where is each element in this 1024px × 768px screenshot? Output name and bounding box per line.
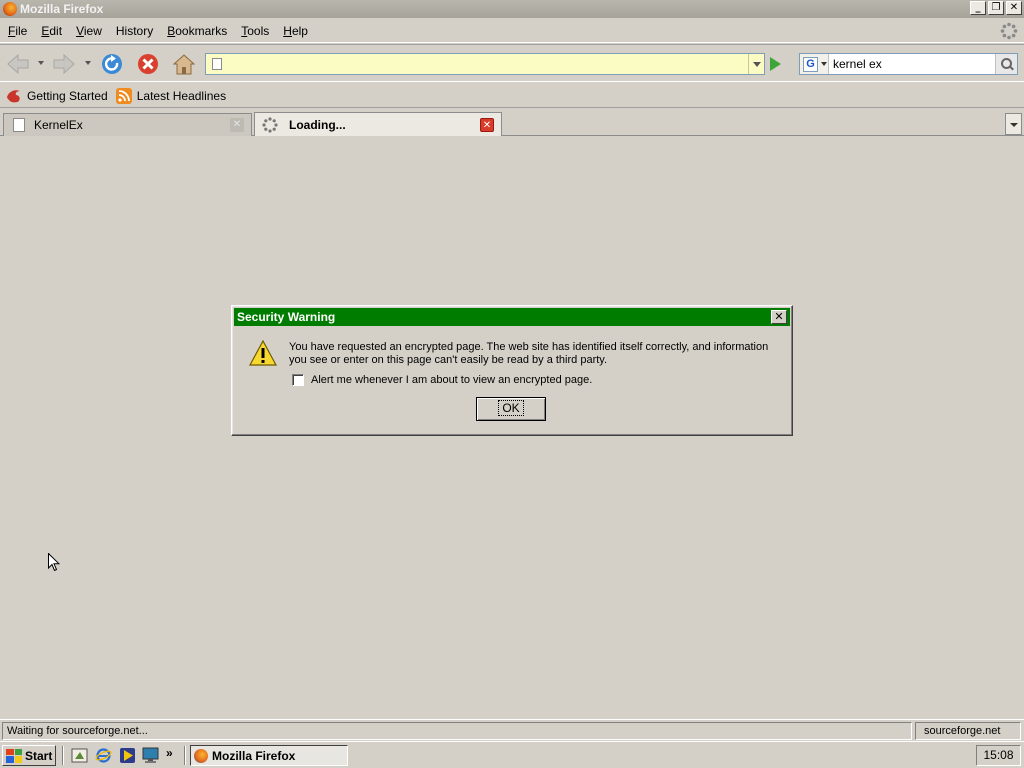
status-host: sourceforge.net [915, 722, 1021, 740]
back-history-dropdown-icon[interactable] [38, 61, 44, 65]
windows-logo-icon [6, 748, 22, 763]
page-icon [13, 118, 25, 132]
dialog-title-bar[interactable]: Security Warning ✕ [234, 308, 790, 326]
reload-icon[interactable] [100, 53, 124, 75]
quicklaunch-more-chevron-icon[interactable]: » [166, 746, 173, 760]
alert-checkbox-row[interactable]: Alert me whenever I am about to view an … [292, 374, 592, 386]
media-player-icon[interactable] [119, 747, 136, 764]
tab-strip: KernelEx ✕ Loading... ✕ [0, 110, 1024, 136]
firefox-logo-icon [3, 2, 17, 16]
bookmark-label: Getting Started [27, 88, 108, 103]
dialog-message: You have requested an encrypted page. Th… [289, 341, 769, 366]
window-title-bar[interactable]: Mozilla Firefox _ ❐ ✕ [0, 0, 1024, 18]
ok-button[interactable]: OK [476, 397, 546, 421]
menu-edit[interactable]: Edit [41, 24, 62, 38]
back-arrow-icon[interactable] [6, 53, 30, 75]
warning-triangle-icon [249, 340, 277, 366]
menu-bookmarks[interactable]: Bookmarks [167, 24, 227, 38]
mouse-pointer-icon [48, 553, 60, 572]
monitor-icon[interactable] [142, 747, 159, 764]
menu-help-accel: H [283, 24, 292, 38]
home-icon[interactable] [172, 53, 196, 75]
menu-help[interactable]: Help [283, 24, 308, 38]
ok-button-label: OK [498, 400, 524, 416]
dialog-title: Security Warning [237, 310, 336, 324]
menu-view[interactable]: View [76, 24, 102, 38]
search-icon[interactable] [995, 54, 1017, 74]
status-text: Waiting for sourceforge.net... [2, 722, 912, 740]
tab-loading[interactable]: Loading... ✕ [254, 112, 502, 136]
search-input[interactable] [829, 57, 995, 71]
taskbar: Start » Mozilla Firefox 15:08 [0, 741, 1024, 768]
menu-bookmarks-label: ookmarks [175, 24, 228, 38]
menu-file-label: ile [15, 24, 28, 38]
menu-bar: File Edit View History Bookmarks Tools H… [0, 20, 1024, 43]
tab-list-dropdown-button[interactable] [1005, 113, 1022, 135]
menu-edit-label: dit [49, 24, 63, 38]
dialog-close-button[interactable]: ✕ [771, 310, 787, 324]
taskbar-separator [62, 746, 64, 765]
start-label: Start [25, 748, 53, 763]
taskbar-firefox-button[interactable]: Mozilla Firefox [190, 745, 348, 766]
url-input[interactable] [228, 57, 748, 71]
navigation-toolbar: G [0, 44, 1024, 82]
status-bar: Waiting for sourceforge.net... sourcefor… [0, 719, 1024, 741]
security-warning-dialog: Security Warning ✕ You have requested an… [231, 305, 793, 436]
firefox-bookmark-icon [7, 89, 20, 102]
start-button[interactable]: Start [2, 745, 56, 766]
tab-label: KernelEx [34, 118, 83, 132]
alert-checkbox-label: Alert me whenever I am about to view an … [311, 374, 593, 386]
rss-feed-icon [115, 87, 132, 104]
bookmark-getting-started[interactable]: Getting Started [6, 88, 108, 104]
internet-explorer-icon[interactable] [95, 747, 112, 764]
tab-close-icon[interactable]: ✕ [230, 118, 244, 132]
taskbar-button-label: Mozilla Firefox [212, 748, 296, 763]
bookmark-latest-headlines[interactable]: Latest Headlines [115, 87, 227, 104]
tab-label: Loading... [289, 117, 346, 132]
menu-view-accel: V [76, 24, 84, 38]
minimize-button[interactable]: _ [970, 1, 986, 15]
url-bar[interactable] [205, 53, 765, 75]
loading-spinner-icon [262, 116, 278, 133]
window-title: Mozilla Firefox [20, 2, 104, 16]
menu-file[interactable]: File [8, 24, 27, 38]
menu-tools-label: ools [247, 24, 270, 38]
url-history-dropdown-icon[interactable] [748, 54, 764, 74]
bookmark-label: Latest Headlines [136, 88, 227, 103]
restore-button[interactable]: ❐ [988, 1, 1004, 15]
activity-throbber-icon [1000, 22, 1018, 40]
tab-close-icon[interactable]: ✕ [480, 117, 494, 132]
bookmarks-toolbar: Getting Started Latest Headlines [0, 84, 1024, 108]
menu-history-label: History [115, 24, 154, 38]
forward-history-dropdown-icon[interactable] [85, 61, 91, 65]
menu-history[interactable]: History [116, 24, 153, 38]
show-desktop-icon[interactable] [71, 747, 88, 764]
forward-arrow-icon[interactable] [52, 53, 76, 75]
google-icon: G [803, 56, 818, 72]
window-close-button[interactable]: ✕ [1006, 1, 1022, 15]
window-controls: _ ❐ ✕ [970, 1, 1022, 15]
menu-help-label: elp [291, 24, 308, 38]
go-arrow-icon[interactable] [770, 57, 781, 71]
search-bar[interactable]: G [799, 53, 1018, 75]
tab-kernelex[interactable]: KernelEx ✕ [3, 113, 252, 136]
stop-icon[interactable] [136, 53, 160, 75]
page-icon [212, 58, 222, 70]
menu-view-label: iew [83, 24, 102, 38]
search-engine-selector[interactable]: G [800, 54, 829, 74]
engine-dropdown-icon [821, 62, 827, 66]
menu-tools[interactable]: Tools [241, 24, 269, 38]
system-clock[interactable]: 15:08 [976, 745, 1021, 766]
taskbar-separator [184, 746, 186, 765]
alert-checkbox[interactable] [292, 374, 304, 386]
firefox-taskbar-icon [194, 748, 208, 763]
